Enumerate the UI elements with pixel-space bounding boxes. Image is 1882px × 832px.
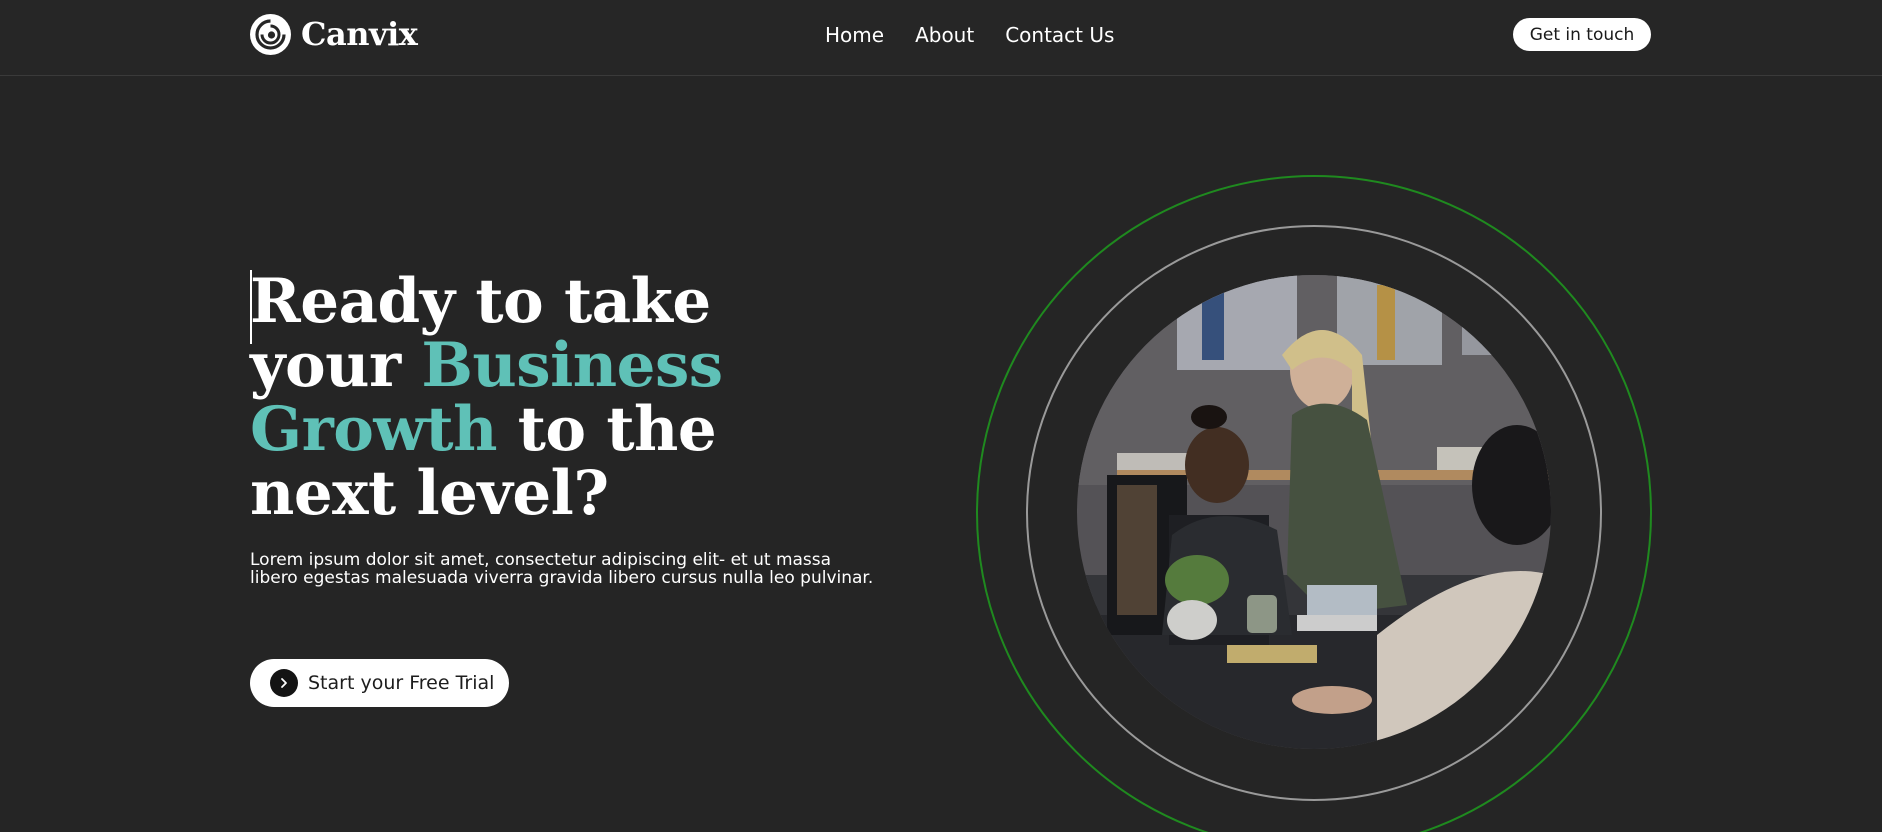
office-scene-illustration bbox=[1077, 275, 1551, 749]
hero-title-line-4: next level? bbox=[250, 458, 609, 529]
hero-title-line-1: Ready to take bbox=[250, 266, 711, 337]
brand-logo[interactable]: Canvix bbox=[250, 13, 418, 55]
hero-title-to-the: to the bbox=[517, 394, 717, 465]
main-nav: Home About Contact Us bbox=[825, 20, 1114, 50]
team-office-photo bbox=[1077, 275, 1551, 749]
get-in-touch-button[interactable]: Get in touch bbox=[1513, 18, 1651, 51]
hero-title-word-your: your bbox=[250, 330, 401, 401]
start-free-trial-label: Start your Free Trial bbox=[308, 672, 495, 694]
chevron-right-icon bbox=[270, 669, 298, 697]
nav-link-contact[interactable]: Contact Us bbox=[1005, 23, 1114, 47]
nav-link-about[interactable]: About bbox=[915, 23, 974, 47]
spiral-logo-icon bbox=[250, 13, 291, 55]
hero-title-accent-business: Business bbox=[421, 330, 723, 401]
hero-title-accent-growth: Growth bbox=[250, 394, 497, 465]
brand-name: Canvix bbox=[301, 15, 418, 53]
hero-description: Lorem ipsum dolor sit amet, consectetur … bbox=[250, 550, 874, 588]
site-header: Canvix Home About Contact Us Get in touc… bbox=[0, 0, 1882, 76]
start-free-trial-button[interactable]: Start your Free Trial bbox=[250, 659, 509, 707]
nav-link-home[interactable]: Home bbox=[825, 23, 884, 47]
hero-title: Ready to take your Business Growth to th… bbox=[250, 270, 810, 526]
